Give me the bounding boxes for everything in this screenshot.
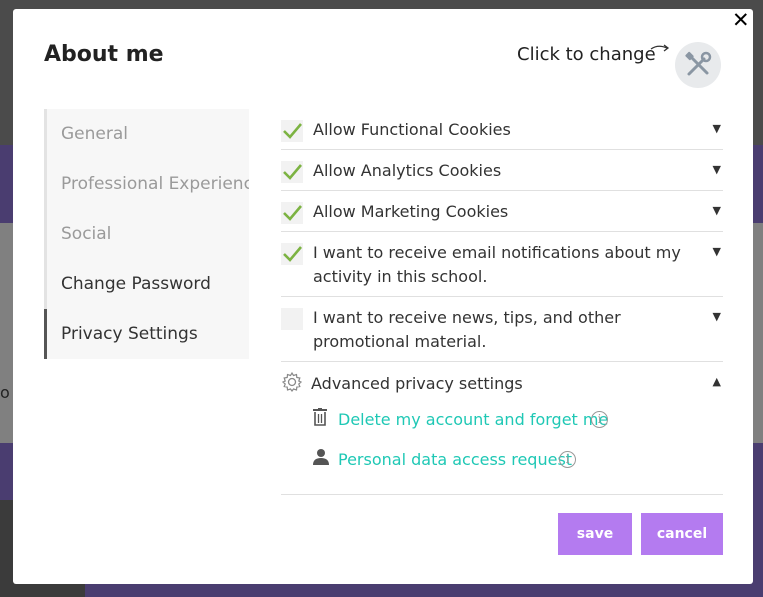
checkmark-icon bbox=[283, 246, 302, 262]
click-to-change-label: Click to change bbox=[517, 44, 656, 65]
caret-down-icon[interactable]: ▼ bbox=[713, 163, 721, 176]
caret-down-icon[interactable]: ▼ bbox=[713, 122, 721, 135]
privacy-settings-panel: Allow Functional Cookies ▼ Allow Analyti… bbox=[281, 109, 723, 495]
sidebar-item-general[interactable]: General bbox=[44, 109, 249, 159]
advanced-privacy-section: Advanced privacy settings ▲ Delete my ac… bbox=[281, 362, 723, 495]
sidebar-item-social[interactable]: Social bbox=[44, 209, 249, 259]
data-access-request-link[interactable]: Personal data access request bbox=[338, 450, 572, 469]
option-analytics-cookies: Allow Analytics Cookies ▼ bbox=[281, 150, 723, 191]
background-text: o bbox=[0, 383, 10, 402]
caret-up-icon[interactable]: ▲ bbox=[713, 375, 721, 388]
analytics-cookies-checkbox[interactable] bbox=[281, 161, 303, 183]
tools-icon bbox=[685, 51, 712, 76]
sidebar-item-privacy-settings[interactable]: Privacy Settings bbox=[44, 309, 249, 359]
option-label: Allow Marketing Cookies bbox=[313, 202, 509, 221]
checkmark-icon bbox=[283, 164, 302, 180]
option-label: Allow Functional Cookies bbox=[313, 120, 511, 139]
email-notifications-checkbox[interactable] bbox=[281, 243, 303, 265]
save-button[interactable]: save bbox=[558, 513, 632, 555]
marketing-cookies-checkbox[interactable] bbox=[281, 202, 303, 224]
option-promotional-material: I want to receive news, tips, and other … bbox=[281, 297, 723, 362]
profile-sidebar: General Professional Experience Social C… bbox=[44, 109, 249, 359]
advanced-privacy-title[interactable]: Advanced privacy settings bbox=[311, 374, 523, 393]
caret-down-icon[interactable]: ▼ bbox=[713, 310, 721, 323]
user-icon bbox=[312, 448, 330, 470]
sidebar-item-professional-experience[interactable]: Professional Experience bbox=[44, 159, 249, 209]
avatar[interactable] bbox=[675, 42, 721, 88]
modal-title: About me bbox=[44, 42, 164, 67]
curved-arrow-icon bbox=[650, 43, 672, 60]
option-label: I want to receive news, tips, and other … bbox=[313, 308, 621, 351]
promotional-material-checkbox[interactable] bbox=[281, 308, 303, 330]
option-functional-cookies: Allow Functional Cookies ▼ bbox=[281, 109, 723, 150]
option-label: Allow Analytics Cookies bbox=[313, 161, 502, 180]
delete-account-link[interactable]: Delete my account and forget me bbox=[338, 410, 608, 429]
checkmark-icon bbox=[283, 123, 302, 139]
option-email-notifications: I want to receive email notifications ab… bbox=[281, 232, 723, 297]
caret-down-icon[interactable]: ▼ bbox=[713, 204, 721, 217]
info-icon[interactable]: i bbox=[591, 411, 608, 428]
caret-down-icon[interactable]: ▼ bbox=[713, 245, 721, 258]
option-label: I want to receive email notifications ab… bbox=[313, 243, 681, 286]
option-marketing-cookies: Allow Marketing Cookies ▼ bbox=[281, 191, 723, 232]
functional-cookies-checkbox[interactable] bbox=[281, 120, 303, 142]
checkmark-icon bbox=[283, 205, 302, 221]
trash-icon bbox=[312, 408, 328, 430]
cancel-button[interactable]: cancel bbox=[641, 513, 723, 555]
close-icon[interactable]: ✕ bbox=[732, 9, 750, 31]
info-icon[interactable]: i bbox=[559, 451, 576, 468]
gear-icon bbox=[281, 371, 303, 397]
sidebar-item-change-password[interactable]: Change Password bbox=[44, 259, 249, 309]
about-me-modal: About me Click to change General Profess… bbox=[13, 9, 753, 584]
